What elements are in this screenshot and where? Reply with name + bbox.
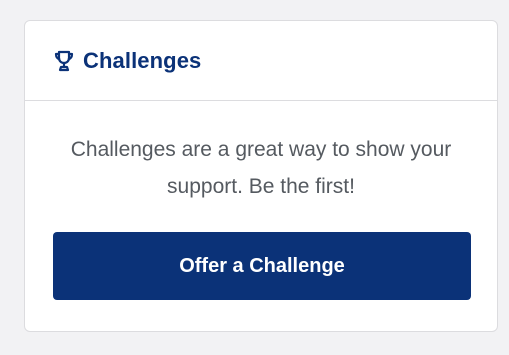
card-header: Challenges bbox=[25, 21, 497, 101]
offer-challenge-button[interactable]: Offer a Challenge bbox=[53, 232, 471, 300]
card-title: Challenges bbox=[83, 47, 202, 73]
card-body: Challenges are a great way to show your … bbox=[25, 131, 497, 300]
trophy-icon bbox=[53, 49, 75, 73]
card-description: Challenges are a great way to show your … bbox=[70, 138, 452, 198]
challenges-card: Challenges Challenges are a great way to… bbox=[24, 20, 498, 332]
